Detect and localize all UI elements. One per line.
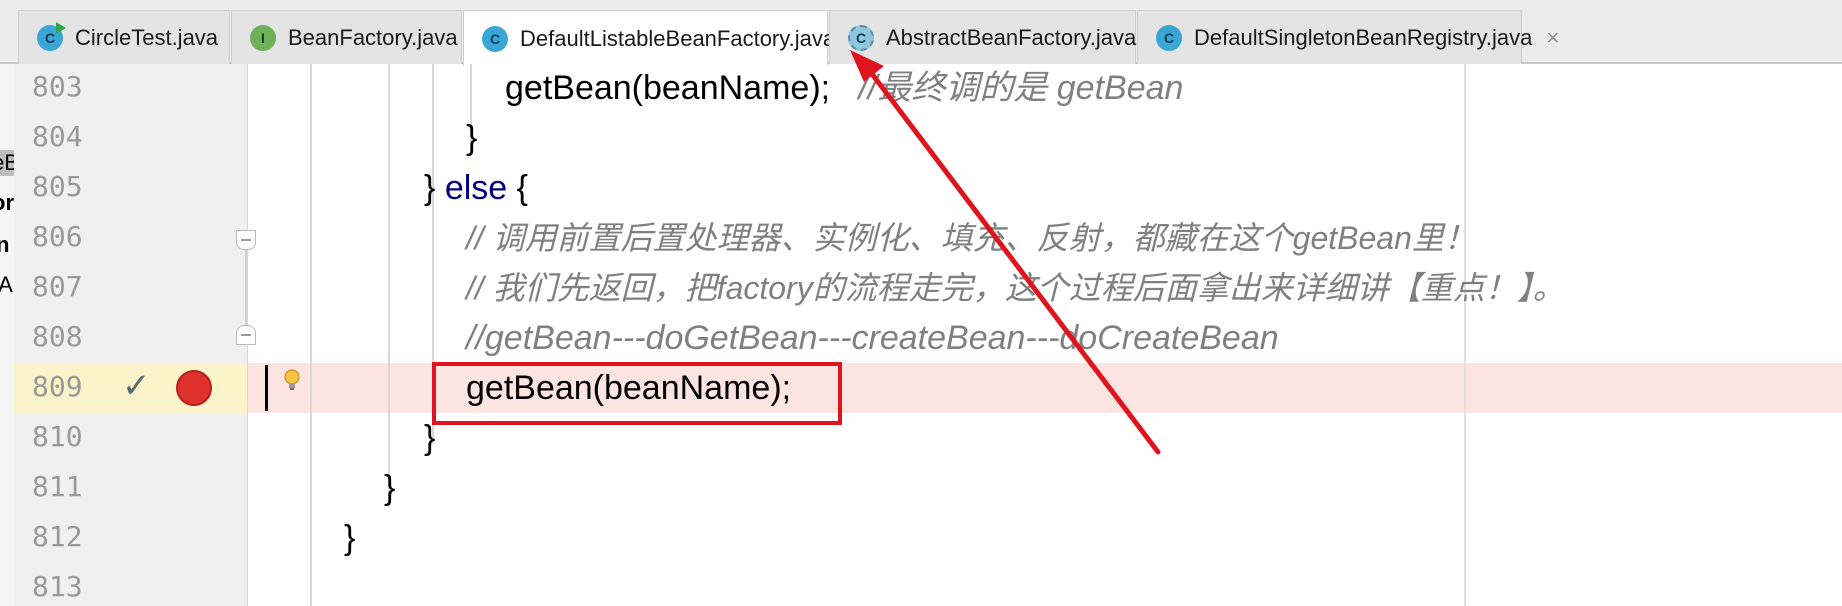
annotation-arrow-icon — [850, 50, 1161, 455]
